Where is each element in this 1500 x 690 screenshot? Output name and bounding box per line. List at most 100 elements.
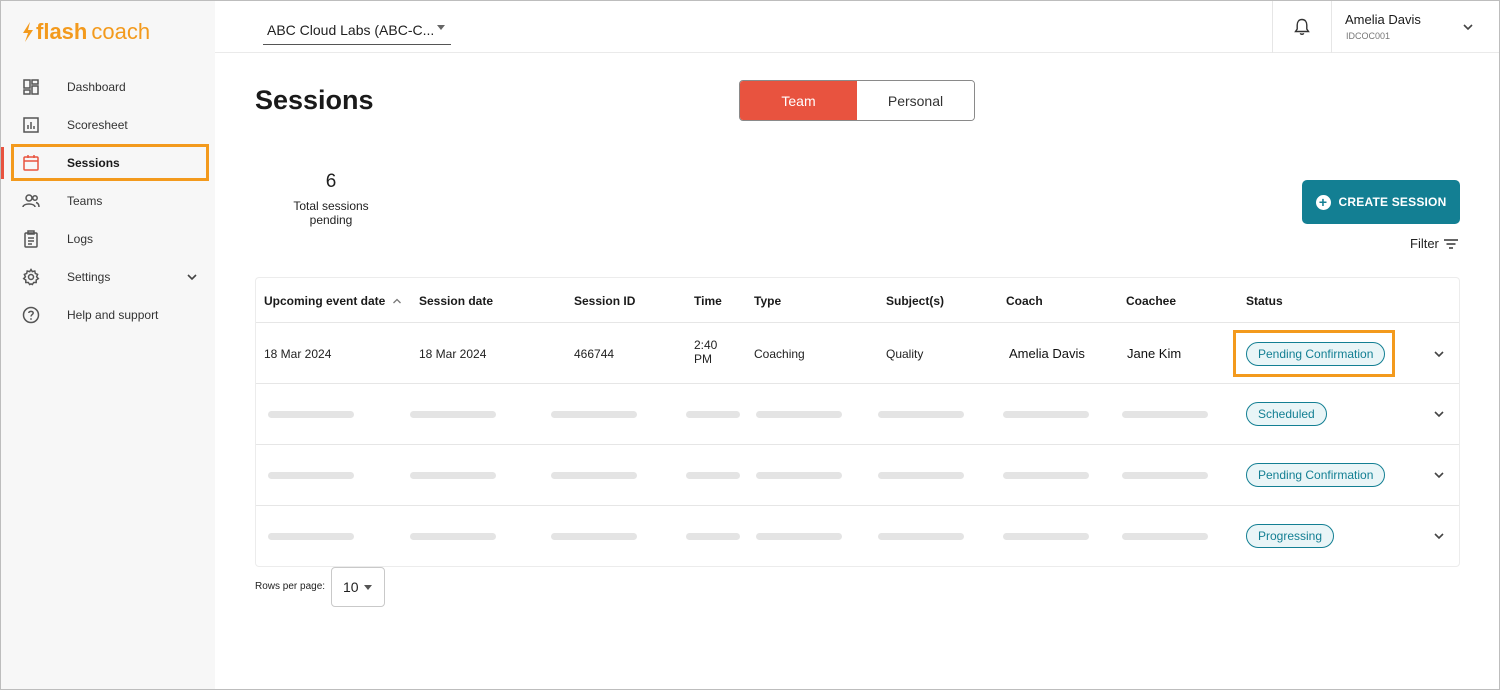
skeleton-cell bbox=[268, 411, 354, 418]
skeleton-cell bbox=[1003, 411, 1089, 418]
column-session-date[interactable]: Session date bbox=[419, 294, 493, 308]
gear-icon bbox=[21, 267, 41, 287]
cell-subjects: Quality bbox=[886, 347, 924, 361]
rows-per-page-label: Rows per page: bbox=[255, 581, 326, 592]
cell-time: 2:40 PM bbox=[694, 338, 717, 366]
cell-time-line1: 2:40 bbox=[694, 338, 718, 352]
pending-sessions-label: Total sessions pending bbox=[293, 199, 369, 227]
column-label: Upcoming event date bbox=[264, 294, 386, 308]
cell-session-date: 18 Mar 2024 bbox=[419, 347, 487, 361]
sidebar: flash coach Dashboard Scoresheet Session… bbox=[1, 1, 215, 689]
column-coach[interactable]: Coach bbox=[1006, 294, 1043, 308]
status-badge: Progressing bbox=[1246, 524, 1335, 548]
sidebar-item-label: Help and support bbox=[67, 308, 159, 322]
skeleton-cell bbox=[551, 472, 637, 479]
sidebar-item-label: Scoresheet bbox=[67, 118, 128, 132]
column-coachee[interactable]: Coachee bbox=[1126, 294, 1176, 308]
expand-row-chevron-icon[interactable] bbox=[1432, 347, 1446, 361]
skeleton-cell bbox=[410, 533, 496, 540]
column-status[interactable]: Status bbox=[1246, 294, 1283, 308]
skeleton-cell bbox=[410, 472, 496, 479]
status-badge: Pending Confirmation bbox=[1246, 463, 1386, 487]
cell-time-line2: PM bbox=[694, 352, 712, 366]
column-type[interactable]: Type bbox=[754, 294, 781, 308]
column-upcoming-event-date[interactable]: Upcoming event date bbox=[264, 294, 402, 308]
expand-row-chevron-icon[interactable] bbox=[1432, 407, 1446, 421]
column-session-id[interactable]: Session ID bbox=[574, 294, 635, 308]
caret-down-icon bbox=[437, 25, 445, 30]
bolt-icon bbox=[23, 22, 33, 42]
chart-icon bbox=[21, 115, 41, 135]
sidebar-item-dashboard[interactable]: Dashboard bbox=[1, 68, 215, 106]
plus-circle-icon: + bbox=[1315, 194, 1331, 210]
filter-button[interactable]: Filter bbox=[1410, 236, 1459, 251]
sidebar-item-help[interactable]: Help and support bbox=[1, 296, 215, 334]
column-time[interactable]: Time bbox=[694, 294, 722, 308]
brand-name-coach: coach bbox=[91, 19, 151, 44]
cell-coach: Amelia Davis bbox=[1009, 346, 1085, 361]
skeleton-cell bbox=[268, 472, 354, 479]
skeleton-cell bbox=[686, 472, 740, 479]
notifications-button[interactable] bbox=[1272, 1, 1332, 53]
table-row-placeholder[interactable]: Scheduled bbox=[256, 384, 1459, 445]
sidebar-item-label: Logs bbox=[67, 232, 94, 246]
skeleton-cell bbox=[756, 411, 842, 418]
skeleton-cell bbox=[1003, 533, 1089, 540]
sidebar-nav: Dashboard Scoresheet Sessions Teams Logs… bbox=[1, 68, 215, 334]
sidebar-item-settings[interactable]: Settings bbox=[1, 258, 215, 296]
toggle-personal[interactable]: Personal bbox=[857, 81, 974, 120]
sidebar-item-teams[interactable]: Teams bbox=[1, 182, 215, 220]
skeleton-cell bbox=[268, 533, 354, 540]
organization-select-value: ABC Cloud Labs (ABC-C... bbox=[267, 21, 435, 38]
organization-select[interactable]: ABC Cloud Labs (ABC-C... bbox=[263, 15, 451, 45]
caret-down-icon bbox=[364, 585, 372, 590]
sessions-table: Upcoming event date Session date Session… bbox=[255, 277, 1460, 567]
team-personal-toggle: Team Personal bbox=[739, 80, 975, 121]
top-bar: ABC Cloud Labs (ABC-C... Amelia Davis ID… bbox=[215, 1, 1499, 53]
create-session-button[interactable]: + CREATE SESSION bbox=[1302, 180, 1460, 224]
sidebar-item-label: Dashboard bbox=[67, 80, 126, 94]
skeleton-cell bbox=[686, 411, 740, 418]
table-row[interactable]: 18 Mar 2024 18 Mar 2024 466744 2:40 PM C… bbox=[256, 323, 1459, 384]
toggle-team[interactable]: Team bbox=[740, 81, 857, 120]
create-session-label: CREATE SESSION bbox=[1338, 195, 1447, 209]
expand-row-chevron-icon[interactable] bbox=[1432, 468, 1446, 482]
sidebar-item-logs[interactable]: Logs bbox=[1, 220, 215, 258]
skeleton-cell bbox=[1122, 411, 1208, 418]
sidebar-item-label: Teams bbox=[67, 194, 103, 208]
cell-session-id: 466744 bbox=[574, 347, 615, 361]
skeleton-cell bbox=[686, 533, 740, 540]
sidebar-item-label: Settings bbox=[67, 270, 111, 284]
chevron-down-icon[interactable] bbox=[185, 270, 199, 284]
filter-label: Filter bbox=[1410, 236, 1439, 251]
skeleton-cell bbox=[410, 411, 496, 418]
sidebar-item-label: Sessions bbox=[67, 156, 120, 170]
user-name: Amelia Davis bbox=[1345, 12, 1421, 27]
table-header: Upcoming event date Session date Session… bbox=[256, 278, 1459, 323]
skeleton-cell bbox=[1003, 472, 1089, 479]
skeleton-cell bbox=[756, 472, 842, 479]
skeleton-cell bbox=[551, 533, 637, 540]
table-row-placeholder[interactable]: Pending Confirmation bbox=[256, 445, 1459, 506]
rows-per-page-select[interactable]: 10 bbox=[331, 567, 385, 607]
sort-ascending-icon bbox=[392, 298, 401, 304]
bell-icon bbox=[1294, 18, 1310, 35]
expand-row-chevron-icon[interactable] bbox=[1432, 529, 1446, 543]
status-highlight-box bbox=[1233, 330, 1395, 377]
column-subjects[interactable]: Subject(s) bbox=[886, 294, 944, 308]
calendar-icon bbox=[21, 153, 41, 173]
skeleton-cell bbox=[551, 411, 637, 418]
sidebar-item-sessions[interactable]: Sessions bbox=[1, 144, 215, 182]
table-row-placeholder[interactable]: Progressing bbox=[256, 506, 1459, 567]
cell-upcoming-event-date: 18 Mar 2024 bbox=[264, 347, 332, 361]
cell-coachee: Jane Kim bbox=[1127, 346, 1182, 361]
page-title: Sessions bbox=[255, 85, 374, 115]
dashboard-icon bbox=[21, 77, 41, 97]
user-menu-chevron-icon[interactable] bbox=[1461, 20, 1475, 34]
skeleton-cell bbox=[878, 411, 964, 418]
skeleton-cell bbox=[878, 533, 964, 540]
sidebar-item-scoresheet[interactable]: Scoresheet bbox=[1, 106, 215, 144]
brand-logo[interactable]: flash coach bbox=[22, 19, 151, 44]
cell-type: Coaching bbox=[754, 347, 805, 361]
skeleton-cell bbox=[878, 472, 964, 479]
